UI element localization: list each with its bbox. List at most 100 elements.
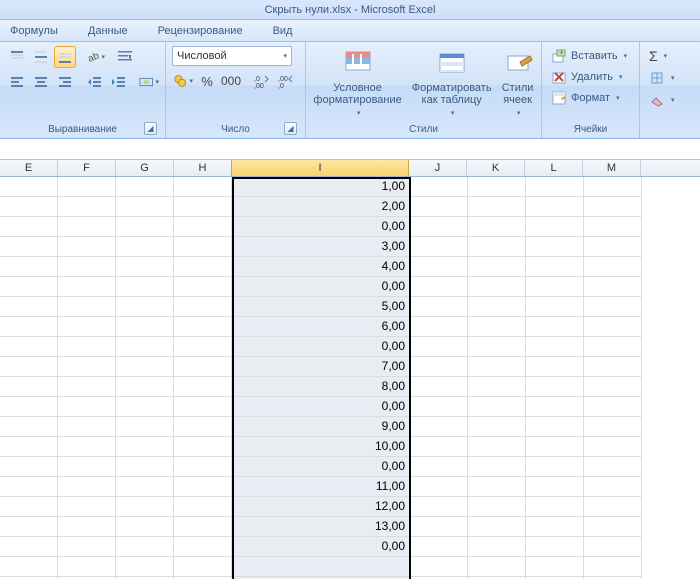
spreadsheet-grid[interactable]: 1,002,000,003,004,000,005,006,000,007,00… <box>0 177 700 579</box>
wrap-text-button[interactable] <box>114 46 136 68</box>
cell[interactable] <box>584 417 642 437</box>
cell[interactable] <box>584 377 642 397</box>
cell[interactable]: 7,00 <box>232 357 410 377</box>
cell[interactable] <box>410 477 468 497</box>
cell[interactable] <box>468 457 526 477</box>
cell[interactable] <box>526 557 584 577</box>
cell[interactable] <box>0 277 58 297</box>
cell[interactable] <box>116 497 174 517</box>
col-header-G[interactable]: G <box>116 160 174 176</box>
cell[interactable] <box>58 397 116 417</box>
cell[interactable] <box>0 177 58 197</box>
col-header-F[interactable]: F <box>58 160 116 176</box>
cell[interactable] <box>410 277 468 297</box>
cell[interactable]: 8,00 <box>232 377 410 397</box>
cell[interactable] <box>174 537 232 557</box>
cell[interactable] <box>468 537 526 557</box>
align-bottom-button[interactable] <box>54 46 76 68</box>
cell[interactable] <box>0 357 58 377</box>
cell[interactable] <box>116 237 174 257</box>
cell[interactable] <box>0 217 58 237</box>
cell[interactable] <box>174 197 232 217</box>
cell[interactable] <box>468 197 526 217</box>
cell[interactable] <box>526 297 584 317</box>
cell[interactable] <box>174 237 232 257</box>
cell[interactable] <box>526 417 584 437</box>
cell[interactable] <box>174 277 232 297</box>
cell[interactable] <box>58 177 116 197</box>
insert-cells-button[interactable]: + Вставить▾ <box>548 46 630 66</box>
clear-button[interactable]: ▾ <box>646 90 678 110</box>
col-header-K[interactable]: K <box>467 160 525 176</box>
cell[interactable] <box>0 477 58 497</box>
format-as-table-button[interactable]: Форматировать как таблицу ▾ <box>408 46 496 122</box>
cell[interactable]: 2,00 <box>232 197 410 217</box>
cell[interactable] <box>410 337 468 357</box>
cell[interactable] <box>58 197 116 217</box>
cell[interactable] <box>410 297 468 317</box>
cell[interactable] <box>116 257 174 277</box>
cell[interactable] <box>584 497 642 517</box>
cell[interactable]: 12,00 <box>232 497 410 517</box>
cell[interactable] <box>410 257 468 277</box>
col-header-I[interactable]: I <box>231 160 409 176</box>
cell[interactable] <box>526 537 584 557</box>
cell[interactable] <box>174 357 232 377</box>
cell[interactable] <box>584 437 642 457</box>
autosum-button[interactable]: Σ▾ <box>646 46 670 66</box>
cell[interactable] <box>58 377 116 397</box>
cell[interactable] <box>584 517 642 537</box>
cell[interactable] <box>0 197 58 217</box>
cell[interactable] <box>58 437 116 457</box>
fill-button[interactable]: ▾ <box>646 68 678 88</box>
cell[interactable] <box>58 477 116 497</box>
cell[interactable] <box>116 477 174 497</box>
cell[interactable] <box>174 517 232 537</box>
cell[interactable] <box>526 457 584 477</box>
cell[interactable] <box>116 337 174 357</box>
delete-cells-button[interactable]: Удалить▾ <box>548 67 626 87</box>
cell[interactable] <box>0 437 58 457</box>
cell[interactable] <box>58 517 116 537</box>
increase-indent-button[interactable] <box>108 71 130 93</box>
align-top-button[interactable] <box>6 46 28 68</box>
cell[interactable] <box>526 277 584 297</box>
cell[interactable] <box>174 417 232 437</box>
orientation-button[interactable]: ab▾ <box>84 46 106 68</box>
cell[interactable] <box>526 237 584 257</box>
number-format-combo[interactable]: Числовой ▾ <box>172 46 292 66</box>
cell[interactable] <box>468 217 526 237</box>
accounting-format-button[interactable]: ▾ <box>172 70 194 92</box>
cell[interactable] <box>468 337 526 357</box>
cell[interactable] <box>58 337 116 357</box>
cell[interactable] <box>410 517 468 537</box>
align-left-button[interactable] <box>6 71 28 93</box>
col-header-H[interactable]: H <box>174 160 232 176</box>
cell[interactable] <box>468 517 526 537</box>
cell[interactable] <box>58 257 116 277</box>
cell[interactable] <box>58 457 116 477</box>
cell[interactable] <box>526 437 584 457</box>
cell[interactable] <box>0 457 58 477</box>
cell[interactable] <box>584 177 642 197</box>
cell[interactable] <box>468 257 526 277</box>
cell[interactable] <box>468 417 526 437</box>
cell[interactable] <box>584 337 642 357</box>
percent-format-button[interactable]: % <box>196 70 218 92</box>
cell[interactable]: 0,00 <box>232 537 410 557</box>
cell[interactable] <box>0 537 58 557</box>
cell[interactable] <box>58 237 116 257</box>
cell[interactable] <box>174 257 232 277</box>
cell[interactable] <box>0 397 58 417</box>
cell[interactable] <box>116 277 174 297</box>
comma-format-button[interactable]: 000 <box>220 70 242 92</box>
cell[interactable] <box>116 357 174 377</box>
cell[interactable] <box>468 317 526 337</box>
cell[interactable] <box>116 397 174 417</box>
cell[interactable] <box>116 537 174 557</box>
cell[interactable] <box>0 257 58 277</box>
cell[interactable] <box>410 177 468 197</box>
cell[interactable] <box>58 417 116 437</box>
decrease-indent-button[interactable] <box>84 71 106 93</box>
cell[interactable]: 4,00 <box>232 257 410 277</box>
